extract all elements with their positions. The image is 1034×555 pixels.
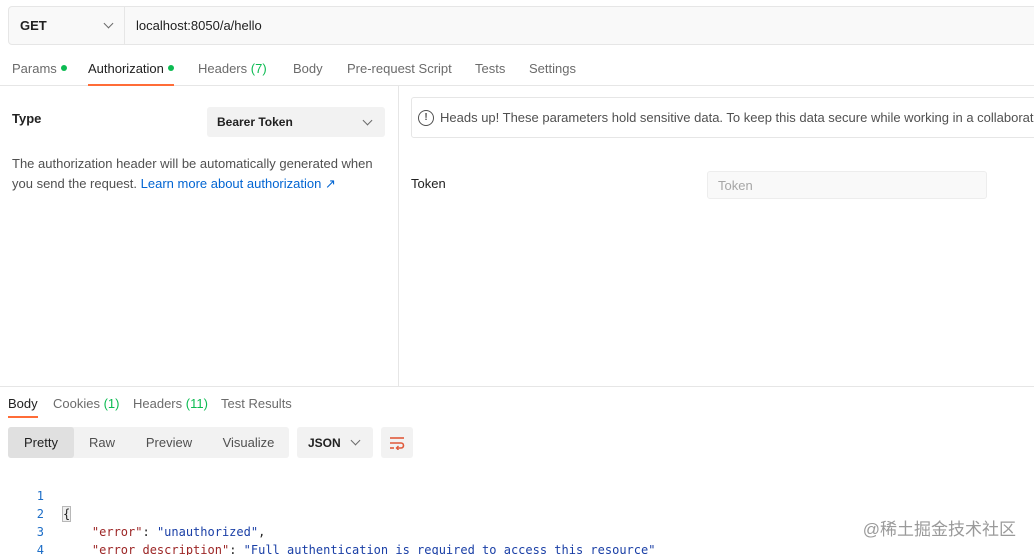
panel-divider [398,86,399,386]
response-tab-test-results[interactable]: Test Results [221,396,292,418]
view-raw-button[interactable]: Raw [74,427,130,458]
learn-more-link[interactable]: Learn more about authorization ↗ [141,176,336,191]
view-preview-button[interactable]: Preview [130,427,208,458]
response-tab-test-results-label: Test Results [221,396,292,411]
sensitive-data-notice: ! Heads up! These parameters hold sensit… [411,97,1034,138]
tab-body-label: Body [293,61,323,76]
auth-description: The authorization header will be automat… [12,154,384,194]
response-tab-cookies-label: Cookies [53,396,100,411]
tab-tests-label: Tests [475,61,506,76]
wrap-lines-icon [390,436,405,450]
tab-tests[interactable]: Tests [475,61,505,86]
cookies-count: (1) [103,396,120,411]
status-dot-icon [167,65,174,71]
token-label: Token [411,176,446,191]
response-tab-body[interactable]: Body [8,396,38,418]
info-icon: ! [418,109,434,126]
json-key: "error_description" [91,543,230,555]
auth-type-value: Bearer Token [217,115,293,129]
response-tab-cookies[interactable]: Cookies (1) [53,396,119,418]
url-bar: GET localhost:8050/a/hello [8,6,1034,45]
tab-settings-label: Settings [529,61,576,76]
tab-pre-request-label: Pre-request Script [347,61,452,76]
auth-type-select[interactable]: Bearer Token [207,107,385,137]
line-number: 4 [36,543,44,555]
view-visualize-button[interactable]: Visualize [208,427,289,458]
code-line: 2 "error": "unauthorized", [0,487,1034,539]
method-label: GET [20,18,47,33]
chevron-down-icon [103,18,114,29]
response-tab-body-label: Body [8,396,38,411]
tab-headers-count: (7) [250,61,267,76]
format-value: JSON [308,435,341,450]
view-mode-group: Pretty Raw Preview Visualize [8,427,289,458]
response-tab-headers[interactable]: Headers (11) [133,396,208,418]
watermark: @稀土掘金技术社区 [862,520,1016,539]
chevron-down-icon [362,115,373,125]
auth-type-label: Type [12,111,42,126]
method-select[interactable]: GET [9,7,125,44]
tab-headers-label: Headers [198,61,248,76]
tab-params-label: Params [12,61,57,76]
chevron-down-icon [350,435,361,446]
status-dot-icon [60,65,67,71]
format-select[interactable]: JSON [297,427,373,458]
response-tab-headers-label: Headers [133,396,183,411]
json-value: "Full authentication is required to acce… [243,543,656,555]
tab-settings[interactable]: Settings [529,61,576,86]
request-tabs: Params Authorization Headers (7) Body Pr… [0,56,1034,86]
tab-pre-request-script[interactable]: Pre-request Script [347,61,452,86]
notice-text: Heads up! These parameters hold sensitiv… [440,110,1034,125]
tab-body[interactable]: Body [293,61,323,86]
view-pretty-button[interactable]: Pretty [8,427,74,458]
url-input[interactable]: localhost:8050/a/hello [125,18,262,33]
response-headers-count: (11) [185,396,208,411]
token-input[interactable] [707,171,987,199]
tab-authorization-label: Authorization [88,61,164,76]
response-divider [0,386,1034,387]
wrap-lines-button[interactable] [381,427,413,458]
code-text: "error_description": "Full authenticatio… [91,543,656,555]
tab-headers[interactable]: Headers (7) [198,61,267,86]
code-line: 1 { [0,469,1034,522]
tab-params[interactable]: Params [12,61,67,86]
tab-authorization[interactable]: Authorization [88,61,174,86]
